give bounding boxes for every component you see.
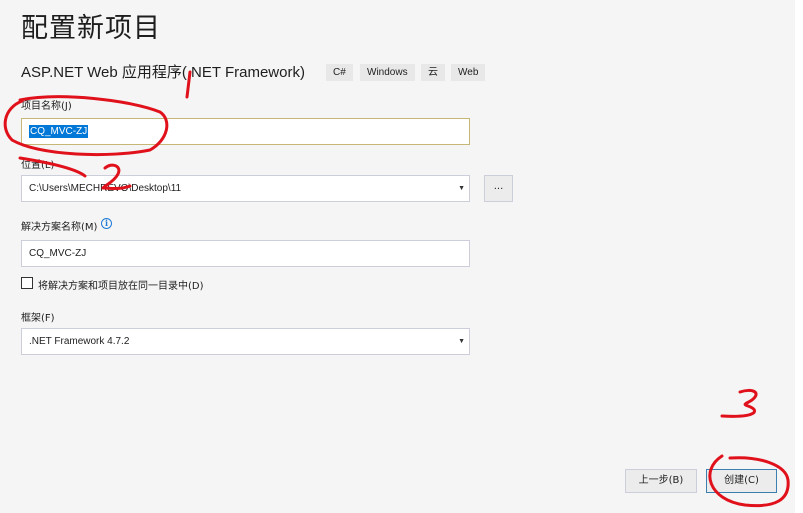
page-title: 配置新项目 bbox=[21, 13, 161, 44]
tag-windows: Windows bbox=[360, 64, 415, 81]
template-name: ASP.NET Web 应用程序(.NET Framework) bbox=[21, 64, 305, 81]
project-name-value: CQ_MVC-ZJ bbox=[29, 125, 89, 138]
window-edge bbox=[795, 0, 803, 513]
project-name-label: 项目名称(J) bbox=[21, 101, 72, 112]
framework-label: 框架(F) bbox=[21, 313, 55, 324]
browse-button[interactable]: ... bbox=[484, 175, 513, 202]
framework-value: .NET Framework 4.7.2 bbox=[29, 336, 130, 347]
location-value: C:\Users\MECHREVO\Desktop\11 bbox=[29, 183, 182, 194]
tag-web: Web bbox=[451, 64, 486, 81]
chevron-down-icon[interactable]: ▼ bbox=[458, 329, 465, 354]
same-directory-checkbox-label[interactable]: 将解决方案和项目放在同一目录中(D) bbox=[38, 277, 204, 292]
solution-name-value: CQ_MVC-ZJ bbox=[29, 248, 87, 259]
tag-cloud: 云 bbox=[421, 64, 445, 81]
chevron-down-icon[interactable]: ▼ bbox=[458, 176, 465, 201]
location-combobox[interactable]: C:\Users\MECHREVO\Desktop\11 ▼ bbox=[21, 175, 470, 202]
location-label: 位置(L) bbox=[21, 160, 55, 171]
framework-combobox[interactable]: .NET Framework 4.7.2 ▼ bbox=[21, 328, 470, 355]
back-button[interactable]: 上一步(B) bbox=[625, 469, 697, 493]
tag-csharp: C# bbox=[326, 64, 353, 81]
create-button[interactable]: 创建(C) bbox=[706, 469, 777, 493]
same-directory-checkbox[interactable] bbox=[21, 277, 33, 289]
solution-name-label: 解决方案名称(M) bbox=[21, 222, 98, 233]
project-name-input[interactable]: CQ_MVC-ZJ bbox=[21, 118, 470, 145]
solution-name-input[interactable]: CQ_MVC-ZJ bbox=[21, 240, 470, 267]
info-icon[interactable]: i bbox=[101, 218, 112, 229]
